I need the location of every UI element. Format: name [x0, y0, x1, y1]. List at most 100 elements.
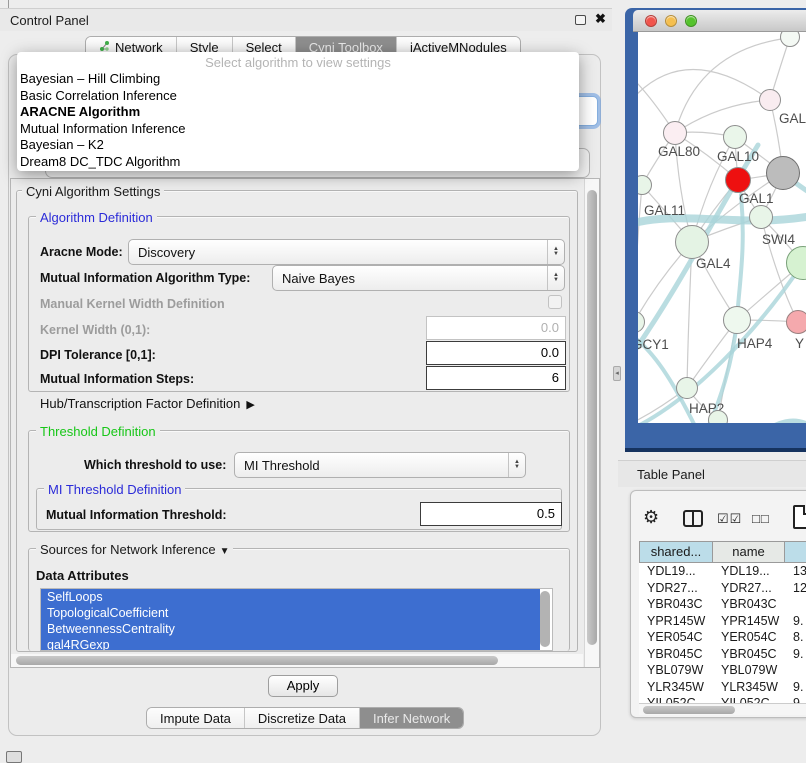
hub-definition-label: Hub/Transcription Factor Definition [40, 396, 240, 411]
mi-type-combo[interactable]: Naive Bayes ▲▼ [272, 265, 565, 291]
close-icon[interactable]: ✖ [595, 11, 606, 27]
table-cell: YPR145W [713, 613, 785, 630]
column-header[interactable]: name [713, 541, 785, 563]
which-threshold-label: Which threshold to use: [84, 458, 226, 472]
algorithm-options: Bayesian – Hill ClimbingBasic Correlatio… [17, 71, 579, 170]
table-cell: 9. [785, 679, 806, 696]
scrollbar-thumb[interactable] [643, 706, 735, 714]
node-gal[interactable] [759, 89, 781, 111]
table-row[interactable]: YDL19...YDL19...13 [639, 563, 806, 580]
table-row[interactable]: YBL079WYBL079W [639, 662, 806, 679]
table-cell: 9. [785, 646, 806, 663]
column-header[interactable] [785, 541, 806, 563]
node-label: GAL1 [739, 191, 774, 206]
algorithm-option[interactable]: Bayesian – K2 [17, 137, 579, 154]
node[interactable] [708, 410, 728, 423]
scrollbar-thumb[interactable] [587, 190, 597, 645]
node-gal1[interactable] [725, 167, 751, 193]
table-cell: 13 [785, 563, 806, 580]
table-row[interactable]: YBR045CYBR045C9. [639, 646, 806, 663]
attribute-item[interactable]: TopologicalCoefficient [41, 605, 540, 621]
stepper-icon: ▲▼ [508, 453, 525, 477]
tab-discretize-data[interactable]: Discretize Data [245, 708, 360, 728]
node-gal10[interactable] [723, 125, 747, 149]
table-cell: 9. [785, 613, 806, 630]
list-scrollbar-thumb[interactable] [540, 591, 550, 647]
function-builder-icon[interactable] [793, 505, 806, 529]
column-header[interactable]: shared... [639, 541, 713, 563]
node[interactable] [766, 156, 800, 190]
node-table[interactable]: shared...name YDL19...YDL19...13YDR27...… [639, 541, 806, 718]
manual-kernel-checkbox[interactable] [548, 295, 562, 309]
hub-definition-toggle[interactable]: Hub/Transcription Factor Definition ▶ [40, 396, 255, 411]
table-cell: YDR27... [639, 580, 713, 597]
node-y[interactable] [786, 310, 806, 334]
algorithm-option[interactable]: Basic Correlation Inference [17, 88, 579, 105]
data-attributes-list[interactable]: SelfLoopsTopologicalCoefficientBetweenne… [40, 588, 553, 651]
algorithm-option[interactable]: ARACNE Algorithm [17, 104, 579, 121]
sources-legend[interactable]: Sources for Network Inference▼ [36, 542, 233, 557]
minimize-traffic-icon[interactable] [665, 15, 677, 27]
node-label: Y [795, 336, 804, 351]
attribute-item[interactable]: SelfLoops [41, 589, 540, 605]
aracne-mode-label: Aracne Mode: [40, 245, 123, 259]
data-attributes-label: Data Attributes [36, 568, 129, 583]
algorithm-placeholder: Select algorithm to view settings [17, 54, 579, 71]
node-label: SWI4 [762, 232, 795, 247]
table-row[interactable]: YDR27...YDR27...12 [639, 580, 806, 597]
aracne-mode-combo[interactable]: Discovery ▲▼ [128, 239, 565, 265]
table-horizontal-scrollbar[interactable] [639, 703, 806, 715]
float-window-icon[interactable] [575, 15, 586, 25]
node-label: GAL11 [644, 203, 685, 218]
deselect-all-icon[interactable]: □□ [752, 511, 770, 526]
panel-divider-collapse[interactable]: ◂ [613, 366, 621, 381]
table-cell: YDR27... [713, 580, 785, 597]
settings-horizontal-scrollbar[interactable] [11, 654, 583, 667]
which-threshold-value: MI Threshold [235, 458, 508, 473]
table-row[interactable]: YER054CYER054C8. [639, 629, 806, 646]
columns-icon[interactable] [683, 510, 703, 527]
network-window-titlebar[interactable] [633, 10, 806, 32]
table-cell [785, 662, 806, 679]
node-swi4[interactable] [749, 205, 773, 229]
dpi-tolerance-input[interactable]: 0.0 [426, 341, 566, 365]
zoom-traffic-icon[interactable] [685, 15, 697, 27]
cyni-settings-legend: Cyni Algorithm Settings [22, 184, 164, 199]
network-view[interactable]: GALGAL80GAL10GAL1SWI4GAL11GAL4GCY1HAP4YH… [638, 32, 806, 423]
table-row[interactable]: YBR043CYBR043C [639, 596, 806, 613]
attribute-item[interactable]: gal4RGexp [41, 637, 540, 651]
algorithm-option[interactable]: Mutual Information Inference [17, 121, 579, 138]
control-panel-title: Control Panel [10, 13, 89, 28]
float-panel-icon[interactable] [6, 751, 22, 763]
algorithm-option[interactable]: Bayesian – Hill Climbing [17, 71, 579, 88]
divider-tick [8, 0, 9, 8]
scrollbar-thumb[interactable] [16, 656, 498, 665]
mi-threshold-label: Mutual Information Threshold: [46, 508, 227, 522]
apply-button[interactable]: Apply [268, 675, 338, 697]
mi-threshold-input[interactable]: 0.5 [420, 502, 562, 526]
kernel-width-input[interactable]: 0.0 [426, 316, 566, 340]
node-gal80[interactable] [663, 121, 687, 145]
gear-icon[interactable]: ⚙ [643, 507, 659, 528]
which-threshold-combo[interactable]: MI Threshold ▲▼ [234, 452, 526, 478]
table-cell: YBL079W [713, 662, 785, 679]
select-all-icon[interactable]: ☑☑ [717, 511, 742, 527]
node-gal4[interactable] [675, 225, 709, 259]
node-label: GAL [779, 111, 806, 126]
table-window: ⚙ ☑☑ □□ shared...name YDL19...YDL19...13… [630, 490, 806, 718]
close-traffic-icon[interactable] [645, 15, 657, 27]
node-hap2[interactable] [676, 377, 698, 399]
tab-impute-data[interactable]: Impute Data [147, 708, 245, 728]
table-row[interactable]: YLR345WYLR345W9. [639, 679, 806, 696]
table-row[interactable]: YPR145WYPR145W9. [639, 613, 806, 630]
cyni-bottom-tabs: Impute Data Discretize DataInfer Network [146, 707, 464, 729]
attribute-item[interactable]: BetweennessCentrality [41, 621, 540, 637]
algorithm-option[interactable]: Dream8 DC_TDC Algorithm [17, 154, 579, 171]
tab-label: Impute Data [160, 711, 231, 726]
collapse-right-icon: ▶ [246, 399, 254, 411]
mi-steps-input[interactable]: 6 [426, 366, 566, 390]
mi-steps-label: Mutual Information Steps: [40, 372, 194, 386]
node-hap4[interactable] [723, 306, 751, 334]
tab-infer-network[interactable]: Infer Network [360, 708, 463, 728]
settings-vertical-scrollbar[interactable] [584, 179, 599, 667]
